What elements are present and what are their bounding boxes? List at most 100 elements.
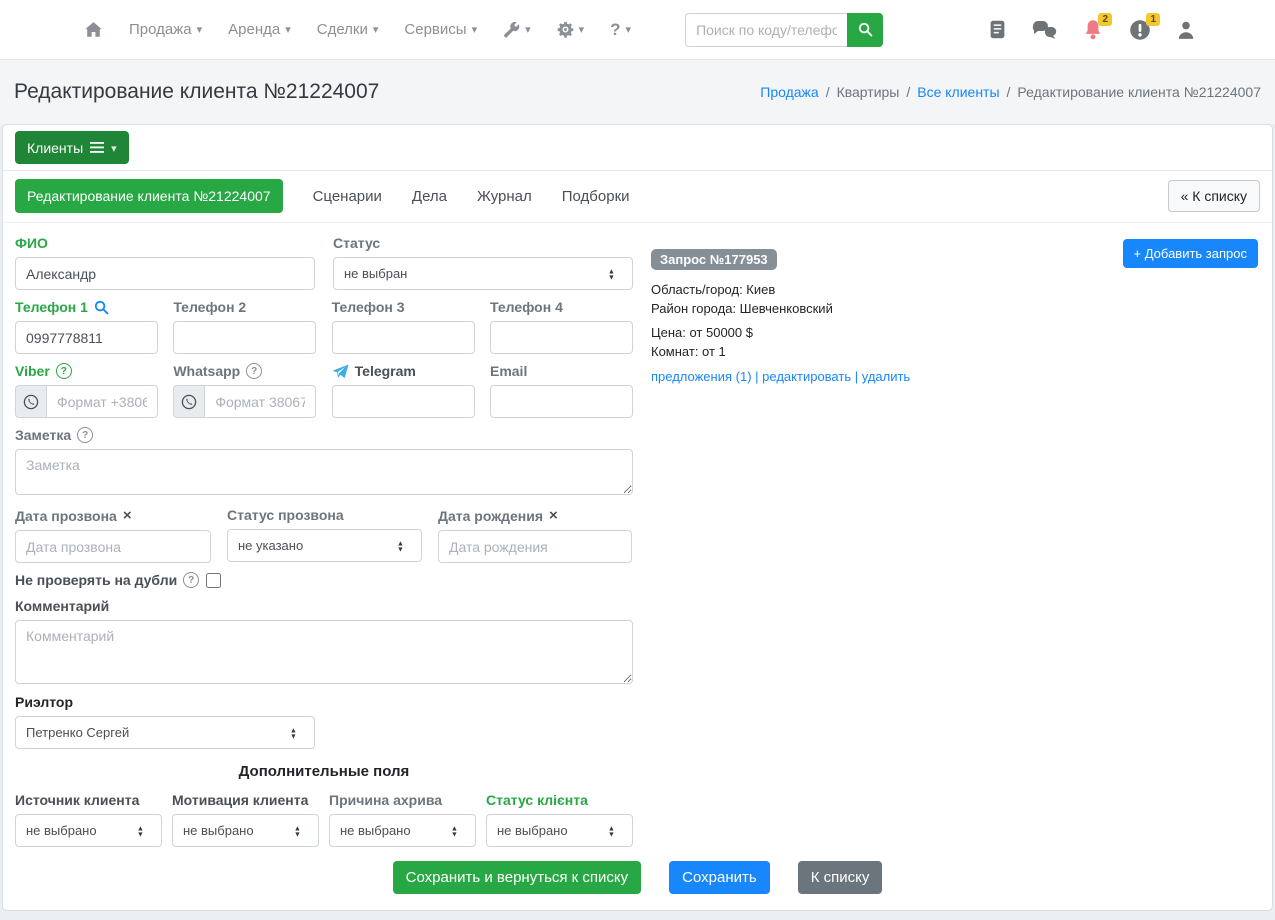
request-price: Цена: от 50000 $ (651, 323, 1258, 342)
client-status-select[interactable]: не выбрано (486, 814, 633, 847)
search-button[interactable] (847, 13, 883, 47)
to-list-button[interactable]: К списку (798, 861, 883, 894)
extra-fields-heading: Дополнительные поля (15, 763, 633, 780)
viber-phone-icon (15, 385, 46, 418)
chevron-down-icon (111, 140, 117, 155)
save-button[interactable]: Сохранить (669, 861, 770, 894)
whatsapp-phone-icon (173, 385, 204, 418)
save-and-return-button[interactable]: Сохранить и вернуться к списку (393, 861, 641, 894)
client-motivation-select[interactable]: не выбрано (172, 814, 319, 847)
messages-icon[interactable] (1031, 20, 1057, 40)
comment-label: Комментарий (15, 598, 633, 614)
clients-menu-button[interactable]: Клиенты (15, 131, 129, 164)
phone2-input[interactable] (173, 321, 316, 354)
client-status-label: Статус клієнта (486, 792, 633, 808)
select-arrows-icon (293, 825, 302, 837)
archive-reason-select-value: не выбрано (340, 823, 411, 838)
status-select[interactable]: не выбран (333, 257, 633, 290)
gear-icon (557, 21, 574, 38)
request-offers-link[interactable]: предложения (1) (651, 369, 752, 384)
tab-selections[interactable]: Подборки (562, 188, 630, 205)
request-delete-link[interactable]: удалить (862, 369, 910, 384)
comment-textarea[interactable] (15, 620, 633, 684)
breadcrumb-all-clients[interactable]: Все клиенты (917, 84, 999, 100)
alerts-badge: 1 (1146, 13, 1160, 26)
nav-tools-menu[interactable] (503, 21, 531, 38)
whatsapp-label: Whatsapp (173, 363, 316, 379)
no-duplicates-checkbox[interactable] (206, 573, 221, 588)
select-arrows-icon (450, 825, 459, 837)
tab-scenarios[interactable]: Сценарии (313, 188, 382, 205)
call-date-label-text: Дата прозвона (15, 508, 117, 524)
phone1-label-text: Телефон 1 (15, 299, 88, 315)
request-badge: Запрос №177953 (651, 249, 777, 270)
nav-sales-menu[interactable]: Продажа (129, 21, 202, 38)
breadcrumb-separator: / (906, 84, 910, 100)
form-actions: Сохранить и вернуться к списку Сохранить… (3, 847, 1272, 910)
add-request-button[interactable]: + Добавить запрос (1123, 239, 1258, 268)
help-icon: ? (610, 20, 620, 40)
nav-help-menu[interactable]: ? (610, 20, 631, 40)
archive-reason-select[interactable]: не выбрано (329, 814, 476, 847)
nav-services-label: Сервисы (404, 21, 466, 38)
back-to-list-button[interactable]: « К списку (1168, 180, 1260, 212)
status-label: Статус (333, 235, 633, 251)
whatsapp-input[interactable] (204, 385, 316, 418)
no-duplicates-help-icon[interactable] (183, 572, 199, 588)
nav-settings-menu[interactable] (557, 21, 585, 38)
birth-date-label: Дата рождения (438, 507, 632, 524)
nav-services-menu[interactable]: Сервисы (404, 21, 477, 38)
note-textarea[interactable] (15, 449, 633, 495)
link-separator: | (755, 369, 758, 384)
client-source-label: Источник клиента (15, 792, 162, 808)
tab-edit-client[interactable]: Редактирование клиента №21224007 (15, 179, 283, 213)
nav-sales-label: Продажа (129, 21, 192, 38)
telegram-label-text: Telegram (355, 363, 416, 379)
phone-search-icon[interactable] (94, 300, 109, 315)
tab-journal[interactable]: Журнал (477, 188, 532, 205)
phone4-input[interactable] (490, 321, 633, 354)
breadcrumb-sales[interactable]: Продажа (760, 84, 818, 100)
viber-label: Viber (15, 363, 158, 379)
hamburger-icon (90, 142, 104, 153)
call-date-input[interactable] (15, 530, 211, 563)
realtor-label: Риэлтор (15, 694, 315, 710)
viber-label-text: Viber (15, 363, 50, 379)
telegram-label: Telegram (332, 363, 475, 379)
birth-date-clear-icon[interactable] (549, 507, 558, 524)
tab-deals[interactable]: Дела (412, 188, 447, 205)
telegram-icon (332, 364, 349, 379)
client-source-select[interactable]: не выбрано (15, 814, 162, 847)
nav-rent-menu[interactable]: Аренда (228, 21, 291, 38)
viber-input[interactable] (46, 385, 158, 418)
user-profile-icon[interactable] (1177, 20, 1195, 40)
email-input[interactable] (490, 385, 633, 418)
notifications-bell-icon[interactable]: 2 (1083, 19, 1103, 41)
phone1-input[interactable] (15, 321, 158, 354)
telegram-input[interactable] (332, 385, 475, 418)
search-input[interactable] (685, 13, 847, 47)
phone2-label: Телефон 2 (173, 299, 316, 315)
client-motivation-label: Мотивация клиента (172, 792, 319, 808)
page-title: Редактирование клиента №21224007 (14, 80, 379, 104)
viber-help-icon[interactable] (56, 363, 72, 379)
note-help-icon[interactable] (77, 427, 93, 443)
birth-date-input[interactable] (438, 530, 632, 563)
fio-input[interactable] (15, 257, 315, 290)
note-label: Заметка (15, 427, 633, 443)
whatsapp-help-icon[interactable] (246, 363, 262, 379)
select-arrows-icon (607, 268, 616, 280)
page-header: Редактирование клиента №21224007 Продажа… (0, 60, 1275, 124)
home-icon[interactable] (84, 21, 103, 39)
realtor-select[interactable]: Петренко Сергей (15, 716, 315, 749)
nav-deals-menu[interactable]: Сделки (317, 21, 379, 38)
phone3-input[interactable] (332, 321, 475, 354)
journal-icon[interactable] (990, 20, 1005, 39)
breadcrumb-separator: / (826, 84, 830, 100)
main-panel: Клиенты Редактирование клиента №21224007… (2, 124, 1273, 911)
call-status-select[interactable]: не указано (227, 529, 422, 562)
no-duplicates-label-text: Не проверять на дубли (15, 572, 177, 588)
request-edit-link[interactable]: редактировать (762, 369, 851, 384)
call-date-clear-icon[interactable] (123, 507, 132, 524)
alerts-icon[interactable]: 1 (1129, 19, 1151, 41)
